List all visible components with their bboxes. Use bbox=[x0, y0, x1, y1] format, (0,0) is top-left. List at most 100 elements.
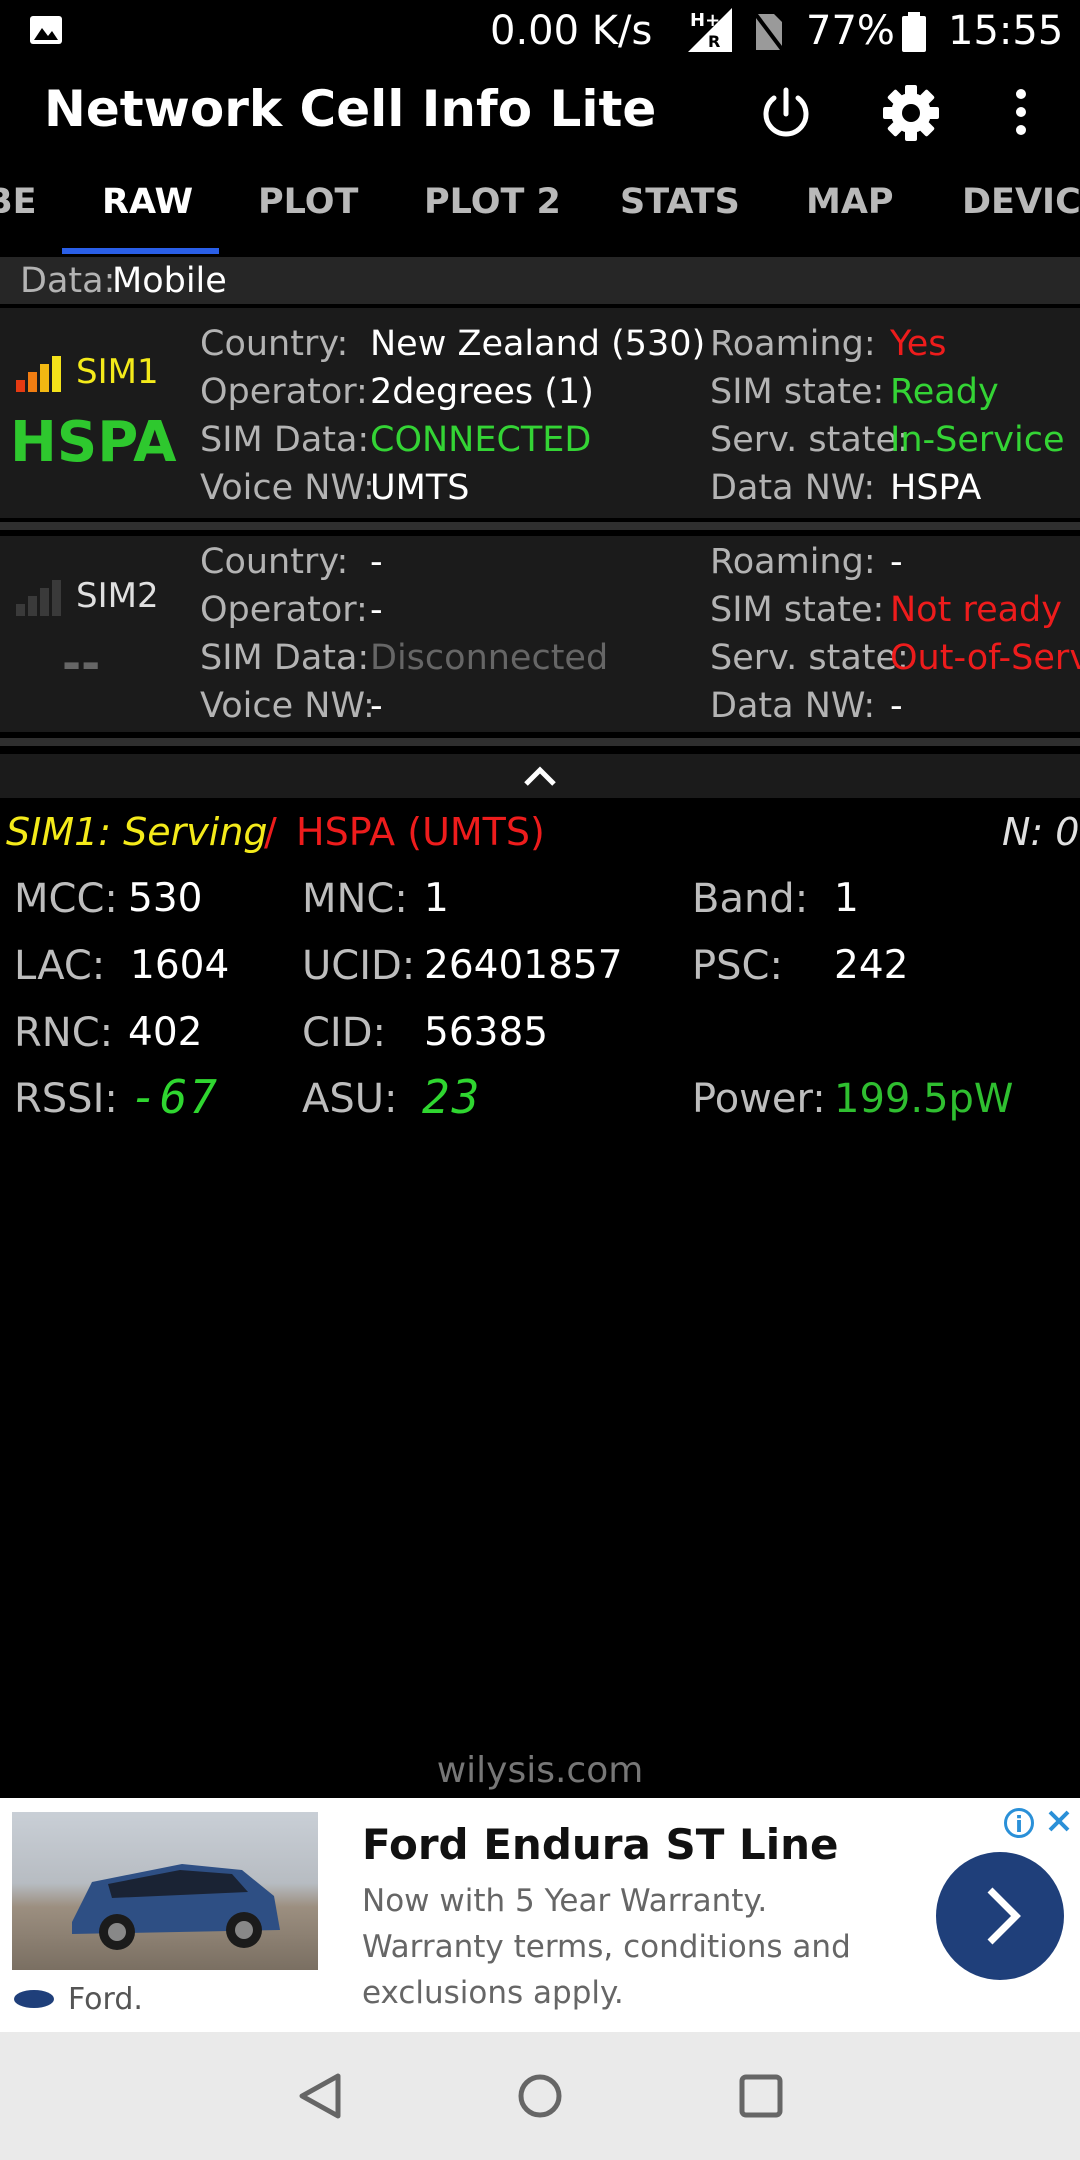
mnc-value: 1 bbox=[424, 876, 449, 921]
signal-strength-icon bbox=[16, 352, 72, 392]
navigation-bar bbox=[0, 2032, 1080, 2160]
band-value: 1 bbox=[834, 876, 859, 921]
power-label: Power: bbox=[692, 1076, 826, 1122]
sim1-datanw: HSPA bbox=[890, 468, 982, 508]
sim1-simdata-label: SIM Data: bbox=[200, 420, 370, 460]
sim1-operator-label: Operator: bbox=[200, 372, 368, 412]
overflow-menu-button[interactable] bbox=[1006, 84, 1036, 144]
neighbor-count: N: 0 bbox=[1002, 810, 1080, 854]
ucid-value: 26401857 bbox=[424, 943, 623, 988]
tab-device[interactable]: DEVICE bbox=[962, 182, 1080, 222]
mcc-value: 530 bbox=[128, 876, 203, 921]
tab-map[interactable]: MAP bbox=[806, 182, 894, 222]
chevron-up-icon bbox=[524, 766, 556, 786]
sim2-voice-label: Voice NW: bbox=[200, 686, 375, 726]
mnc-label: MNC: bbox=[302, 876, 408, 922]
band-label: Band: bbox=[692, 876, 809, 922]
sim2-serv-label: Serv. state: bbox=[710, 638, 909, 678]
ad-banner[interactable]: Ford. Ford Endura ST Line Now with 5 Yea… bbox=[0, 1798, 1080, 2032]
ad-image bbox=[12, 1812, 318, 1970]
power-value: 199.5pW bbox=[834, 1076, 1014, 1122]
sim2-roaming-label: Roaming: bbox=[710, 542, 876, 582]
rnc-value: 402 bbox=[128, 1010, 203, 1055]
signal-strength-icon bbox=[16, 576, 72, 616]
sim1-panel: SIM1 HSPA Country: New Zealand (530) Ope… bbox=[0, 308, 1080, 518]
ad-advertiser: Ford. bbox=[68, 1982, 143, 2017]
cid-value: 56385 bbox=[424, 1010, 549, 1055]
sim2-country-label: Country: bbox=[200, 542, 349, 582]
sim2-serv: Out-of-Serv bbox=[890, 638, 1080, 678]
tab-plot[interactable]: PLOT bbox=[258, 182, 358, 222]
tab-raw[interactable]: RAW bbox=[102, 182, 193, 222]
tab-indicator bbox=[62, 248, 219, 254]
data-connection-row: Data: Mobile bbox=[0, 257, 1080, 304]
ad-title: Ford Endura ST Line bbox=[362, 1820, 839, 1869]
sim1-serv-label: Serv. state: bbox=[710, 420, 909, 460]
sim2-tech: -- bbox=[62, 636, 101, 690]
battery-icon bbox=[902, 12, 926, 52]
rssi-value: -67 bbox=[130, 1070, 220, 1124]
sim1-roaming-label: Roaming: bbox=[710, 324, 876, 364]
lac-label: LAC: bbox=[14, 943, 106, 989]
power-button[interactable] bbox=[756, 84, 816, 144]
psc-label: PSC: bbox=[692, 943, 783, 989]
app-title: Network Cell Info Lite bbox=[44, 80, 657, 138]
sim2-operator: - bbox=[370, 590, 383, 630]
sim1-simstate-label: SIM state: bbox=[710, 372, 885, 412]
lac-value: 1604 bbox=[130, 943, 230, 988]
ad-open-button[interactable] bbox=[936, 1852, 1064, 1980]
ad-info-icon[interactable]: i bbox=[1004, 1808, 1034, 1838]
network-type-icon: H+ R bbox=[680, 8, 736, 54]
sim1-operator: 2degrees (1) bbox=[370, 372, 594, 412]
cid-label: CID: bbox=[302, 1010, 387, 1056]
power-icon bbox=[763, 87, 809, 137]
ucid-label: UCID: bbox=[302, 943, 416, 989]
sim1-serv: In-Service bbox=[890, 420, 1065, 460]
settings-button[interactable] bbox=[880, 82, 942, 144]
tab-base[interactable]: BE bbox=[0, 182, 37, 222]
footer-site[interactable]: wilysis.com bbox=[0, 1750, 1080, 1791]
network-speed: 0.00 K/s bbox=[490, 8, 653, 54]
serving-slash: / bbox=[264, 810, 277, 854]
sim2-roaming: - bbox=[890, 542, 903, 582]
sim1-voice: UMTS bbox=[370, 468, 470, 508]
sim2-simdata-label: SIM Data: bbox=[200, 638, 370, 678]
rssi-label: RSSI: bbox=[14, 1076, 118, 1122]
clock: 15:55 bbox=[948, 8, 1064, 54]
status-bar: 0.00 K/s H+ R 77% 15:55 bbox=[0, 0, 1080, 64]
divider bbox=[0, 522, 1080, 530]
sim2-voice: - bbox=[370, 686, 383, 726]
ford-logo bbox=[14, 1990, 54, 2008]
battery-percent: 77% bbox=[806, 8, 895, 54]
back-icon[interactable] bbox=[298, 2072, 342, 2120]
more-vert-icon bbox=[1016, 89, 1026, 135]
sim2-datanw: - bbox=[890, 686, 903, 726]
tab-plot-2[interactable]: PLOT 2 bbox=[424, 182, 561, 222]
no-sim-icon bbox=[752, 10, 786, 54]
sim2-simstate: Not ready bbox=[890, 590, 1062, 630]
sim2-simstate-label: SIM state: bbox=[710, 590, 885, 630]
sim2-name: SIM2 bbox=[76, 576, 159, 616]
data-value: Mobile bbox=[112, 261, 227, 301]
sim2-panel: SIM2 -- Country: - Operator: - SIM Data:… bbox=[0, 536, 1080, 732]
sim1-country: New Zealand (530) bbox=[370, 324, 706, 364]
divider bbox=[0, 738, 1080, 746]
sim2-operator-label: Operator: bbox=[200, 590, 368, 630]
recents-icon[interactable] bbox=[738, 2073, 784, 2119]
mcc-label: MCC: bbox=[14, 876, 118, 922]
sim1-simdata: CONNECTED bbox=[370, 420, 592, 460]
sim1-datanw-label: Data NW: bbox=[710, 468, 876, 508]
sim1-tech: HSPA bbox=[10, 410, 177, 475]
gallery-notification-icon bbox=[30, 16, 62, 44]
collapse-handle[interactable] bbox=[0, 754, 1080, 798]
chevron-right-icon bbox=[987, 1887, 1021, 1945]
gear-icon bbox=[883, 85, 939, 141]
home-icon[interactable] bbox=[516, 2072, 564, 2120]
sim1-country-label: Country: bbox=[200, 324, 349, 364]
sim1-name: SIM1 bbox=[76, 352, 159, 392]
tab-stats[interactable]: STATS bbox=[620, 182, 740, 222]
data-label: Data: bbox=[20, 261, 116, 301]
ad-body: Now with 5 Year Warranty. Warranty terms… bbox=[362, 1883, 851, 2011]
serving-sim: SIM1: Serving bbox=[6, 810, 268, 854]
ad-close-icon[interactable] bbox=[1044, 1806, 1074, 1836]
